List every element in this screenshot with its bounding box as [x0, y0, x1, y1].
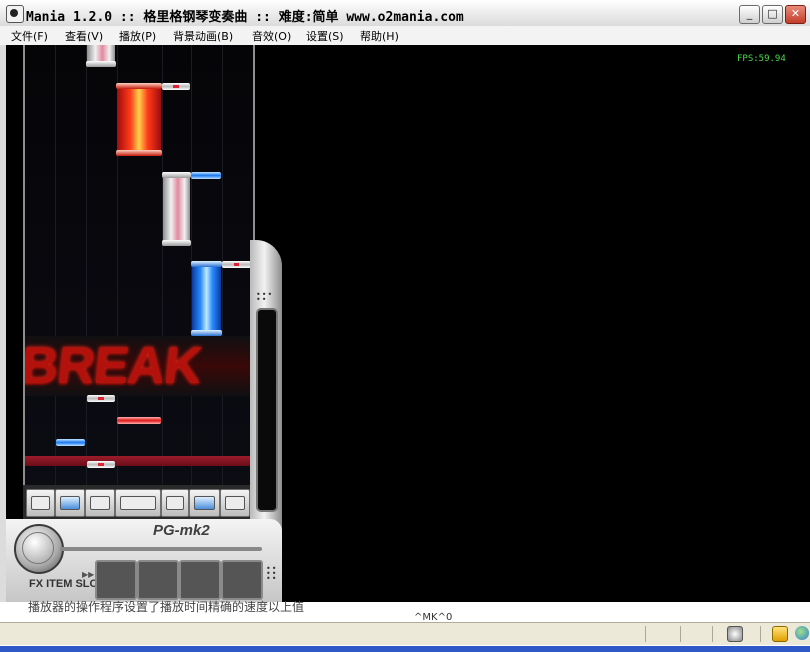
lane-key-6[interactable] — [189, 489, 220, 517]
lane-divider — [222, 45, 223, 515]
key-face — [120, 496, 156, 510]
status-divider — [645, 626, 646, 642]
close-button[interactable]: ✕ — [785, 5, 806, 24]
key-face — [31, 496, 50, 510]
network-tray-icon[interactable] — [727, 626, 743, 642]
maximize-button[interactable]: □ — [762, 5, 783, 24]
key-face — [60, 496, 80, 510]
long-note-cap — [116, 83, 162, 89]
long-note-cap — [162, 240, 191, 246]
lane-divider — [162, 45, 163, 515]
window-title: Mania 1.2.0 :: 格里格钢琴变奏曲 :: 难度:简单 www.o2m… — [26, 10, 464, 25]
fx-item-slot-label: FX ITEM SLOT — [29, 578, 105, 590]
menu-settings[interactable]: 设置(S) — [306, 28, 344, 44]
note-white — [222, 261, 251, 268]
warning-tray-icon[interactable] — [772, 626, 788, 642]
device-label: PG-mk2 — [153, 522, 210, 539]
title-bar: Mania 1.2.0 :: 格里格钢琴变奏曲 :: 难度:简单 www.o2m… — [0, 0, 810, 29]
app-icon[interactable] — [6, 5, 24, 23]
note-white — [87, 395, 115, 402]
knob-ring — [22, 532, 54, 564]
long-note-blue — [191, 261, 222, 336]
lane-key-2[interactable] — [55, 489, 85, 517]
speaker-dots-icon: ••••• — [256, 290, 274, 304]
note-blue — [191, 172, 221, 179]
judgement-line — [25, 456, 253, 466]
globe-tray-icon[interactable] — [795, 626, 809, 640]
status-divider — [712, 626, 713, 642]
menu-background-animation[interactable]: 背景动画(B) — [173, 28, 233, 44]
speed-slider[interactable] — [60, 547, 262, 551]
menu-sound[interactable]: 音效(O) — [252, 28, 291, 44]
status-divider — [680, 626, 681, 642]
long-note-white — [162, 172, 191, 246]
speaker-dots-icon: •• •• •• — [266, 564, 278, 583]
fx-item-slot[interactable] — [179, 560, 221, 600]
long-note-cap — [162, 172, 191, 178]
note-red — [117, 417, 161, 424]
lane-divider — [86, 45, 87, 515]
taskbar — [0, 646, 810, 652]
long-note-red — [116, 83, 162, 156]
judgement-text: BREAK — [23, 337, 204, 395]
lane-key-5[interactable] — [161, 489, 189, 517]
key-face — [225, 496, 245, 510]
long-note-cap — [86, 61, 116, 67]
note-white — [162, 83, 190, 90]
menu-file[interactable]: 文件(F) — [11, 28, 48, 44]
key-face — [90, 496, 110, 510]
long-note-white — [86, 45, 116, 67]
minimize-button[interactable]: _ — [739, 5, 760, 24]
note-blue — [56, 439, 85, 446]
note-playfield: BREAK — [23, 45, 255, 515]
menu-bar: 文件(F) 查看(V) 播放(P) 背景动画(B) 音效(O) 设置(S) 帮助… — [0, 26, 810, 46]
menu-play[interactable]: 播放(P) — [119, 28, 156, 44]
status-divider — [760, 626, 761, 642]
note-white — [87, 461, 115, 468]
key-indicator-row — [23, 485, 253, 519]
long-note-cap — [191, 261, 222, 267]
lane-key-7[interactable] — [220, 489, 250, 517]
long-note-cap — [116, 150, 162, 156]
lane-key-4[interactable] — [115, 489, 161, 517]
gear-side-slot — [256, 308, 278, 512]
menu-help[interactable]: 帮助(H) — [360, 28, 399, 44]
menu-view[interactable]: 查看(V) — [65, 28, 103, 44]
fx-item-slot[interactable] — [221, 560, 263, 600]
fx-item-slot[interactable] — [137, 560, 179, 600]
fps-counter: FPS:59.94 — [737, 54, 786, 64]
fx-item-slot[interactable] — [95, 560, 137, 600]
lane-key-1[interactable] — [26, 489, 55, 517]
key-face — [166, 496, 184, 510]
key-face — [194, 496, 215, 510]
background-text: 播放器的操作程序设置了播放时间精确的速度以上值 — [28, 600, 305, 614]
lane-key-3[interactable] — [85, 489, 115, 517]
status-bar — [0, 622, 810, 645]
